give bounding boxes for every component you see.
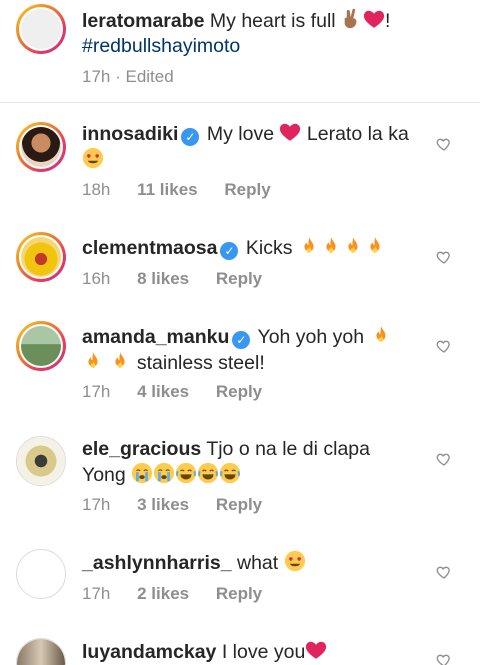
heart-outline-icon[interactable] — [436, 451, 452, 467]
verified-badge-icon: ✓ — [232, 331, 251, 349]
comment-item: clementmaosa ✓ Kicks 16h 8 likes Reply — [0, 226, 480, 306]
crying-face-emoji — [131, 462, 153, 484]
red-heart-emoji — [305, 639, 327, 661]
comment-body: what — [237, 552, 279, 574]
fire-emoji — [109, 350, 131, 372]
crying-face-emoji — [153, 462, 175, 484]
comment-likes[interactable]: 2 likes — [137, 584, 189, 603]
fire-emoji — [364, 235, 386, 257]
comment-text: ele_gracious Tjo o na le di clapa Yong — [82, 437, 428, 488]
comment-time: 17h — [82, 584, 111, 603]
comment-username[interactable]: _ashlynnharris_ — [82, 552, 232, 574]
fire-emoji — [320, 235, 342, 257]
comment-body: Kicks — [245, 237, 293, 259]
comment-likes[interactable]: 8 likes — [137, 269, 189, 288]
comment-avatar[interactable] — [16, 638, 66, 665]
comment-meta: 17h 2 likes Reply — [82, 584, 284, 604]
joy-face-emoji — [197, 462, 219, 484]
avatar-image — [21, 9, 61, 49]
reply-button[interactable]: Reply — [216, 495, 262, 514]
comment-text: clementmaosa ✓ Kicks — [82, 235, 428, 261]
comment-avatar[interactable] — [16, 549, 66, 599]
caption-username[interactable]: leratomarabe — [82, 10, 204, 32]
comment-likes[interactable]: 3 likes — [137, 495, 189, 514]
comment-meta: 18h 11 likes Reply — [82, 180, 293, 200]
caption-edited: Edited — [125, 67, 174, 86]
verified-badge-icon: ✓ — [220, 242, 239, 260]
comment-time: 16h — [82, 269, 111, 288]
comment-text: _ashlynnharris_ what — [82, 550, 428, 576]
comment-body-2: Yong — [82, 464, 126, 486]
joy-face-emoji — [219, 462, 241, 484]
heart-outline-icon[interactable] — [436, 249, 452, 265]
caption-body-end: ! — [385, 10, 391, 32]
reply-button[interactable]: Reply — [216, 382, 262, 401]
avatar-image — [17, 550, 65, 598]
victory-hand-emoji — [341, 8, 363, 30]
fire-emoji — [370, 324, 392, 346]
heart-outline-icon[interactable] — [436, 564, 452, 580]
avatar-image — [17, 639, 65, 665]
reply-button[interactable]: Reply — [216, 584, 262, 603]
caption-divider — [0, 102, 480, 103]
comment-meta: 17h 4 likes Reply — [82, 382, 284, 402]
comment-body-2: stainless steel! — [136, 352, 265, 374]
caption-text: leratomarabe My heart is full ! #redbull… — [82, 8, 460, 59]
caption-hashtag[interactable]: #redbullshayimoto — [82, 35, 240, 57]
avatar-image — [17, 437, 65, 485]
heart-outline-icon[interactable] — [436, 136, 452, 152]
reply-button[interactable]: Reply — [224, 180, 270, 199]
heart-eyes-emoji — [82, 147, 104, 169]
comment-likes[interactable]: 11 likes — [137, 180, 198, 199]
comment-avatar[interactable] — [16, 122, 66, 172]
caption-avatar[interactable] — [16, 4, 66, 54]
avatar-image — [21, 326, 61, 366]
comment-username[interactable]: luyandamckay — [82, 641, 216, 663]
comment-avatar[interactable] — [16, 436, 66, 486]
comment-avatar[interactable] — [16, 321, 66, 371]
comment-avatar[interactable] — [16, 232, 66, 282]
comment-text: luyandamckay I love you — [82, 639, 428, 665]
joy-face-emoji — [175, 462, 197, 484]
comment-body: I love you — [221, 641, 306, 663]
comment-item: innosadiki ✓ My love Lerato la ka 18h 11 … — [0, 112, 480, 212]
comment-meta: 17h 3 likes Reply — [82, 495, 284, 515]
caption-meta: 17h · Edited — [82, 67, 174, 86]
comment-item: _ashlynnharris_ what 17h 2 likes Reply — [0, 541, 480, 621]
post-caption: leratomarabe My heart is full ! #redbull… — [0, 0, 480, 102]
reply-button[interactable]: Reply — [216, 269, 262, 288]
comment-likes[interactable]: 4 likes — [137, 382, 189, 401]
red-heart-emoji — [363, 8, 385, 30]
heart-outline-icon[interactable] — [436, 652, 452, 665]
comment-username[interactable]: ele_gracious — [82, 438, 201, 460]
comment-item: ele_gracious Tjo o na le di clapa Yong 1… — [0, 428, 480, 528]
comment-body: Yoh yoh yoh — [257, 326, 365, 348]
comment-body: My love — [206, 123, 275, 145]
caption-time: 17h — [82, 67, 111, 86]
comment-item: luyandamckay I love you — [0, 630, 480, 665]
comment-username[interactable]: clementmaosa — [82, 237, 217, 259]
comment-body: Tjo o na le di clapa — [206, 438, 370, 460]
heart-outline-icon[interactable] — [436, 338, 452, 354]
verified-badge-icon: ✓ — [181, 128, 200, 146]
comment-text: amanda_manku ✓ Yoh yoh yoh stainless stee… — [82, 324, 428, 376]
comment-time: 17h — [82, 495, 111, 514]
comment-text: innosadiki ✓ My love Lerato la ka — [82, 121, 428, 173]
comment-time: 18h — [82, 180, 111, 199]
comment-body-2: Lerato la ka — [306, 123, 409, 145]
comment-username[interactable]: amanda_manku — [82, 326, 229, 348]
heart-eyes-emoji — [284, 550, 306, 572]
fire-emoji — [342, 235, 364, 257]
comment-meta: 16h 8 likes Reply — [82, 269, 284, 289]
comment-item: amanda_manku ✓ Yoh yoh yoh stainless stee… — [0, 315, 480, 415]
avatar-image — [21, 237, 61, 277]
comment-time: 17h — [82, 382, 111, 401]
fire-emoji — [82, 350, 104, 372]
fire-emoji — [298, 235, 320, 257]
caption-body: My heart is full — [209, 10, 336, 32]
comment-username[interactable]: innosadiki — [82, 123, 178, 145]
red-heart-emoji — [279, 121, 301, 143]
avatar-image — [21, 127, 61, 167]
